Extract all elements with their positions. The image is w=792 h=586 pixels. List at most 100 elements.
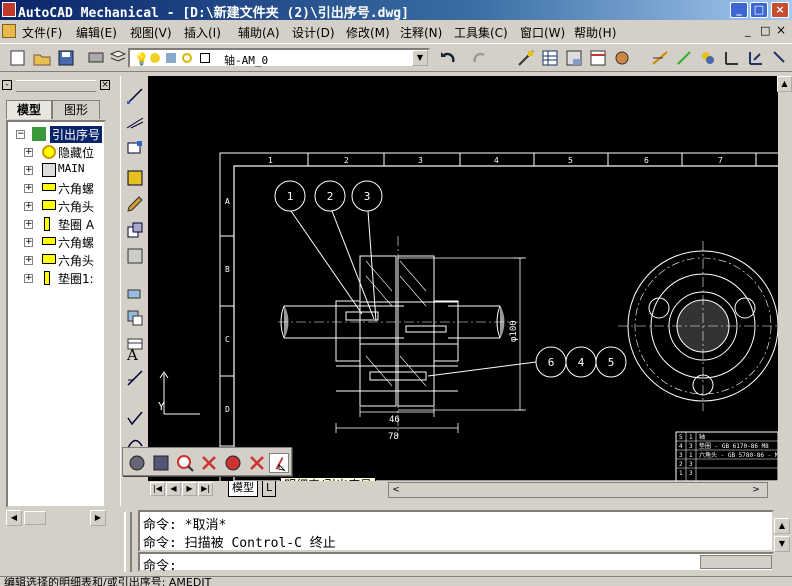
tab-model[interactable]: 模型 xyxy=(6,100,52,119)
command-hscroll[interactable] xyxy=(700,555,772,569)
expand-icon[interactable]: + xyxy=(24,202,33,211)
scroll-left-icon[interactable]: ◀ xyxy=(6,510,22,526)
expand-icon[interactable]: + xyxy=(24,274,33,283)
first-tab-icon[interactable]: |◀ xyxy=(150,482,165,496)
expand-icon[interactable]: + xyxy=(24,256,33,265)
drawing-canvas[interactable]: 1 2 3 4 5 6 7 A B C D E xyxy=(148,76,778,481)
minimize-button[interactable]: _ xyxy=(730,2,748,18)
table-icon[interactable] xyxy=(540,48,560,68)
block-icon[interactable] xyxy=(125,220,145,240)
last-tab-icon[interactable]: ▶| xyxy=(198,482,213,496)
expand-icon[interactable]: + xyxy=(24,148,33,157)
parts-list-icon[interactable] xyxy=(127,453,147,473)
menu-toolset[interactable]: 工具集(C) xyxy=(454,24,508,41)
scroll-right-icon[interactable]: ▶ xyxy=(90,510,106,526)
doc-close-button[interactable]: × xyxy=(776,23,786,37)
surface-texture-icon[interactable] xyxy=(722,48,742,68)
delete-balloon-icon[interactable] xyxy=(199,453,219,473)
scroll-thumb[interactable] xyxy=(24,511,46,525)
doc-restore-button[interactable]: □ xyxy=(760,24,770,37)
tab-model-layout[interactable]: 模型 xyxy=(228,481,258,497)
plot-icon[interactable] xyxy=(86,48,106,68)
bom-database-icon[interactable] xyxy=(151,453,171,473)
dimension-icon[interactable] xyxy=(516,48,536,68)
panel-close-button[interactable]: × xyxy=(100,80,110,90)
drawing-horizontal-scrollbar[interactable]: < > xyxy=(388,482,768,498)
balloon-6[interactable]: 6 xyxy=(535,346,567,378)
menu-assist[interactable]: 辅助(A) xyxy=(238,24,280,41)
menu-edit[interactable]: 编辑(E) xyxy=(76,24,117,41)
menu-file[interactable]: 文件(F) xyxy=(22,24,62,41)
layer-group-icon[interactable] xyxy=(698,48,718,68)
menu-insert[interactable]: 插入(I) xyxy=(184,24,221,41)
menu-view[interactable]: 视图(V) xyxy=(130,24,172,41)
menu-annotate[interactable]: 注释(N) xyxy=(400,24,442,41)
document-icon[interactable] xyxy=(2,24,16,38)
save-icon[interactable] xyxy=(56,48,76,68)
datum-icon[interactable] xyxy=(746,48,766,68)
balloon-1[interactable]: 1 xyxy=(274,180,306,212)
tree-item[interactable]: + 隐藏位 xyxy=(10,144,104,162)
next-tab-icon[interactable]: ▶ xyxy=(182,482,197,496)
check-icon[interactable] xyxy=(125,408,145,428)
new-icon[interactable] xyxy=(8,48,28,68)
region-icon[interactable] xyxy=(125,246,145,266)
panel-grip[interactable] xyxy=(16,80,96,92)
balloon-3[interactable]: 3 xyxy=(351,180,383,212)
bom-icon[interactable] xyxy=(588,48,608,68)
drawing-vertical-scrollbar[interactable]: ▲ xyxy=(777,76,792,481)
command-scrollbar[interactable]: ▲ ▼ xyxy=(774,510,790,552)
edit-icon[interactable] xyxy=(125,194,145,214)
tree-item[interactable]: + 六角头 xyxy=(10,198,104,216)
maximize-button[interactable]: □ xyxy=(750,2,768,18)
tab-drawing[interactable]: 图形 xyxy=(52,100,100,119)
tree-horizontal-scrollbar[interactable]: ◀ ▶ xyxy=(6,510,106,526)
menu-window[interactable]: 窗口(W) xyxy=(520,24,565,41)
redo-icon[interactable] xyxy=(470,48,490,68)
close-button[interactable]: × xyxy=(771,2,789,18)
menu-design[interactable]: 设计(D) xyxy=(292,24,335,41)
scroll-up-icon[interactable]: ▲ xyxy=(774,518,790,534)
power-edit-icon[interactable] xyxy=(674,48,694,68)
panel-collapse-button[interactable]: - xyxy=(2,80,12,90)
balloon-5[interactable]: 5 xyxy=(595,346,627,378)
hatch-icon[interactable] xyxy=(125,168,145,188)
text-icon[interactable]: A xyxy=(127,346,147,366)
menu-modify[interactable]: 修改(M) xyxy=(346,24,390,41)
tree-item[interactable]: + 垫圈1: xyxy=(10,270,104,288)
collect-balloon-icon[interactable] xyxy=(223,453,243,473)
scroll-right-icon[interactable]: > xyxy=(749,483,763,497)
expand-icon[interactable]: + xyxy=(24,238,33,247)
menu-help[interactable]: 帮助(H) xyxy=(574,24,616,41)
doc-minimize-button[interactable]: _ xyxy=(745,24,751,37)
tree-item[interactable]: + 垫圈 A xyxy=(10,216,104,234)
tree-item[interactable]: + 六角螺 xyxy=(10,234,104,252)
bom-table[interactable]: 51轴 4 3 垫圈 - GB 6170-86 M8 3 1 六角头 - GB 5780… xyxy=(675,431,778,481)
prev-tab-icon[interactable]: ◀ xyxy=(166,482,181,496)
scroll-left-icon[interactable]: < xyxy=(389,483,403,497)
zoom-balloon-icon[interactable] xyxy=(175,453,195,473)
tree-item[interactable]: + 六角头 xyxy=(10,252,104,270)
undo-icon[interactable] xyxy=(438,48,458,68)
open-icon[interactable] xyxy=(32,48,52,68)
scroll-up-icon[interactable]: ▲ xyxy=(777,76,792,92)
power-dim-icon[interactable] xyxy=(650,48,670,68)
tree-item[interactable]: + 六角螺 xyxy=(10,180,104,198)
edit-bom-balloon-icon[interactable] xyxy=(269,453,289,473)
expand-icon[interactable]: + xyxy=(24,166,33,175)
balloon-4[interactable]: 4 xyxy=(565,346,597,378)
tree-item[interactable]: + MAIN xyxy=(10,162,104,180)
layer-dropdown-arrow[interactable]: ▼ xyxy=(412,50,428,66)
tree-root[interactable]: − 引出序号 xyxy=(10,126,104,144)
insert-block-icon[interactable] xyxy=(125,308,145,328)
expand-icon[interactable]: + xyxy=(24,220,33,229)
leader-icon[interactable] xyxy=(770,48,790,68)
layer-dropdown[interactable]: 💡 轴-AM_0 ▼ xyxy=(128,48,430,68)
rectangle-icon[interactable] xyxy=(125,138,145,158)
command-input[interactable]: 命令: xyxy=(138,552,774,574)
balloon-2[interactable]: 2 xyxy=(314,180,346,212)
layer-manager-icon[interactable] xyxy=(108,48,128,68)
expand-icon[interactable]: + xyxy=(24,184,33,193)
scroll-down-icon[interactable]: ▼ xyxy=(774,536,790,552)
tab-layout1[interactable]: L xyxy=(262,481,277,497)
